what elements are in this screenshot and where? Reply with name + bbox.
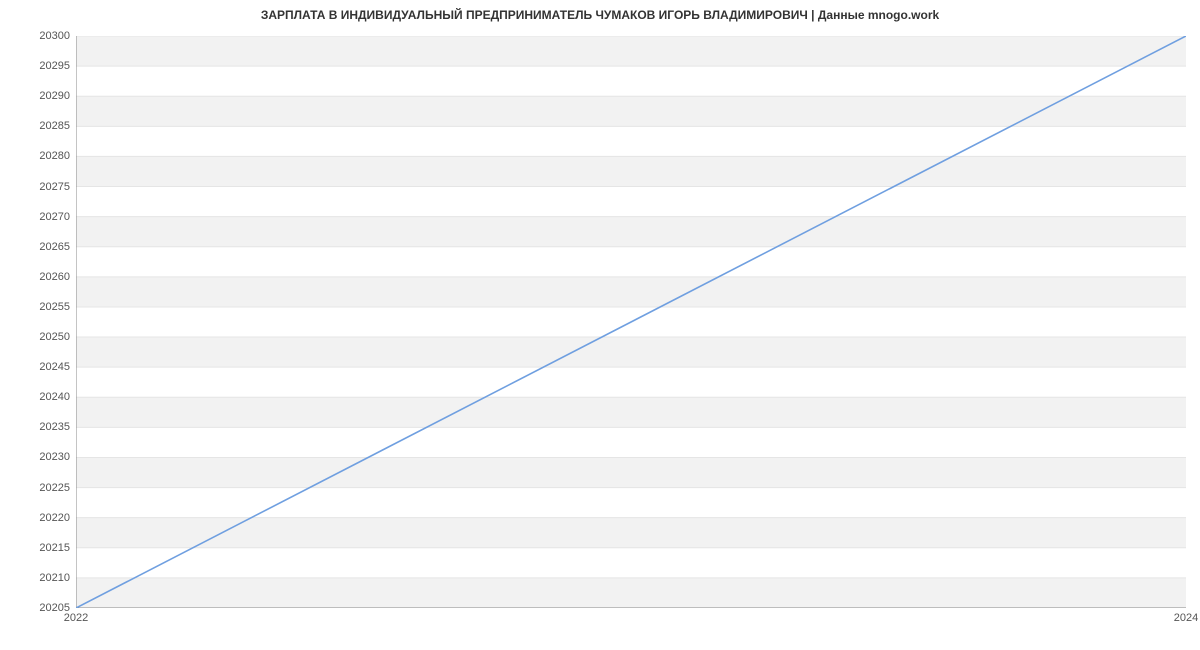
x-tick-label: 2024 xyxy=(1174,612,1198,624)
line-chart: ЗАРПЛАТА В ИНДИВИДУАЛЬНЫЙ ПРЕДПРИНИМАТЕЛ… xyxy=(0,0,1200,650)
y-tick-label: 20265 xyxy=(10,241,70,253)
y-tick-label: 20230 xyxy=(10,451,70,463)
y-tick-label: 20245 xyxy=(10,361,70,373)
plot-area xyxy=(76,36,1186,608)
y-tick-label: 20290 xyxy=(10,90,70,102)
y-tick-label: 20220 xyxy=(10,512,70,524)
y-tick-label: 20260 xyxy=(10,271,70,283)
y-tick-label: 20215 xyxy=(10,542,70,554)
y-tick-label: 20235 xyxy=(10,421,70,433)
y-tick-label: 20250 xyxy=(10,331,70,343)
y-tick-label: 20210 xyxy=(10,572,70,584)
y-tick-label: 20295 xyxy=(10,60,70,72)
y-tick-label: 20300 xyxy=(10,30,70,42)
y-tick-label: 20205 xyxy=(10,602,70,614)
y-tick-label: 20270 xyxy=(10,211,70,223)
y-tick-label: 20255 xyxy=(10,301,70,313)
chart-svg xyxy=(76,36,1186,608)
y-tick-label: 20275 xyxy=(10,181,70,193)
y-tick-label: 20240 xyxy=(10,391,70,403)
y-tick-label: 20225 xyxy=(10,482,70,494)
chart-title: ЗАРПЛАТА В ИНДИВИДУАЛЬНЫЙ ПРЕДПРИНИМАТЕЛ… xyxy=(0,8,1200,22)
y-tick-label: 20285 xyxy=(10,120,70,132)
x-tick-label: 2022 xyxy=(64,612,88,624)
y-tick-label: 20280 xyxy=(10,150,70,162)
